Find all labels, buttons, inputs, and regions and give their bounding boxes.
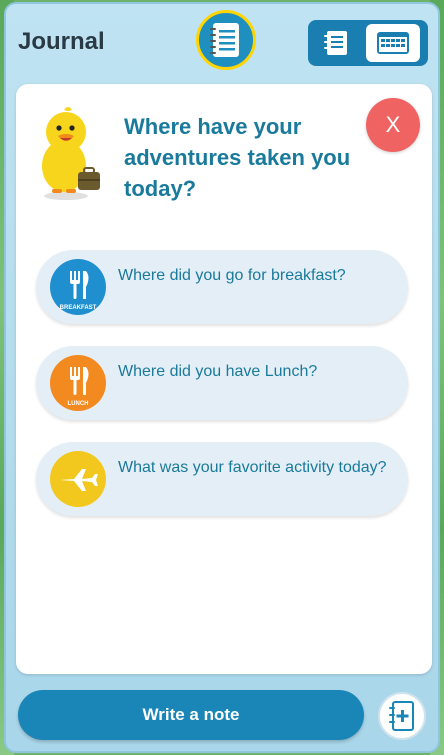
add-note-button[interactable] <box>378 692 426 740</box>
view-toggle <box>308 20 428 66</box>
list-view-button[interactable] <box>312 24 360 62</box>
prompt-activity[interactable]: What was your favorite activity today? <box>36 442 408 516</box>
calendar-view-button[interactable] <box>366 24 420 62</box>
prompt-text: What was your favorite activity today? <box>118 459 387 476</box>
journal-card: Where have your adventures taken you tod… <box>16 84 432 674</box>
page-title: Journal <box>18 28 105 55</box>
add-note-icon <box>389 701 414 731</box>
breakfast-badge-text: BREAKFAST <box>60 305 97 311</box>
journal-panel: Journal Where have your adventures taken… <box>4 2 440 753</box>
prompt-lunch[interactable]: LUNCH Where did you have Lunch? <box>36 346 408 420</box>
write-note-button[interactable]: Write a note <box>18 690 364 740</box>
close-button[interactable]: X <box>366 98 420 152</box>
notebook-icon[interactable] <box>196 10 256 70</box>
card-headline: Where have your adventures taken you tod… <box>124 114 351 201</box>
lunch-badge-text: LUNCH <box>68 401 89 407</box>
airplane-icon <box>50 451 106 507</box>
header: Journal <box>6 4 438 82</box>
prompt-text: Where did you have Lunch? <box>118 363 318 380</box>
calendar-icon <box>377 32 409 54</box>
fork-knife-icon: BREAKFAST <box>50 259 106 315</box>
fork-knife-icon: LUNCH <box>50 355 106 411</box>
duck-with-suitcase-icon <box>34 104 104 204</box>
list-icon <box>324 31 347 55</box>
prompt-text: Where did you go for breakfast? <box>118 267 346 284</box>
prompt-breakfast[interactable]: BREAKFAST Where did you go for breakfast… <box>36 250 408 324</box>
close-icon: X <box>385 112 401 137</box>
